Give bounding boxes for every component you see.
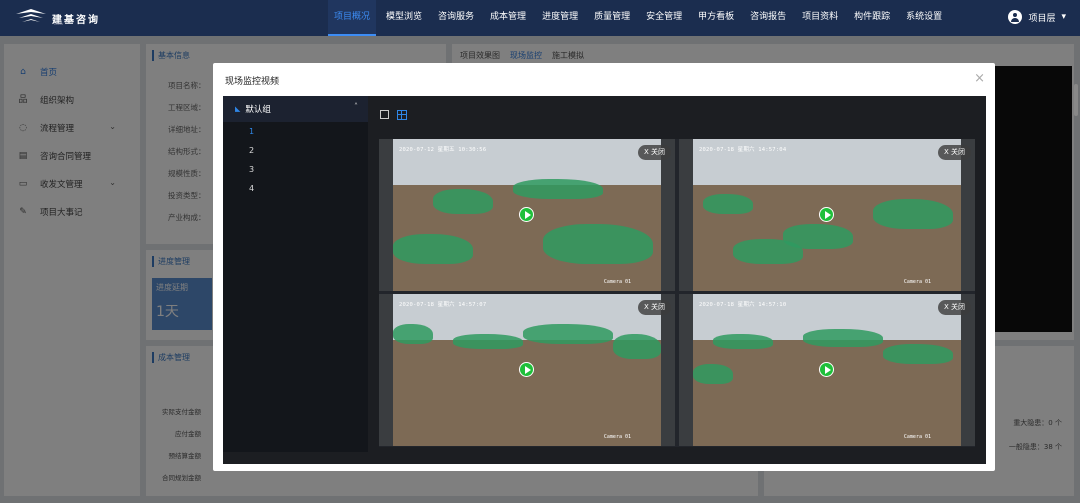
safety-net — [433, 189, 493, 214]
modal-title: 现场监控视频 — [225, 77, 280, 87]
camera-item-3[interactable]: 4 — [223, 179, 368, 198]
caret-down-icon: ▾ — [1061, 12, 1066, 22]
safety-net — [713, 334, 773, 349]
nav-item-3[interactable]: 成本管理 — [484, 0, 532, 36]
tree-group[interactable]: ◣ 默认组 ˄ — [223, 96, 368, 122]
view-toggle — [380, 110, 407, 120]
nav-item-2[interactable]: 咨询服务 — [432, 0, 480, 36]
nav-item-10[interactable]: 构件跟踪 — [848, 0, 896, 36]
safety-net — [513, 179, 603, 199]
camera-label: Camera 01 — [603, 279, 631, 285]
top-navigation-bar: 建基咨询 CCPM 项目概况 模型浏览 咨询服务 成本管理 进度管理 质量管理 安全管理 甲方… — [0, 0, 1080, 36]
play-icon[interactable] — [519, 207, 534, 222]
camera-item-0[interactable]: 1 — [223, 122, 368, 141]
camera-feed-0[interactable]: 2020-07-12 星期五 10:30:56 Camera 01 X 关闭 — [379, 139, 675, 291]
camera-grid: 2020-07-12 星期五 10:30:56 Camera 01 X 关闭 2020… — [379, 139, 975, 447]
scrollbar[interactable] — [1074, 84, 1078, 116]
safety-net — [543, 224, 653, 264]
user-icon — [1008, 10, 1023, 24]
camera-label: Camera 01 — [903, 434, 931, 440]
safety-net — [393, 234, 473, 264]
safety-net — [703, 194, 753, 214]
nav-item-0[interactable]: 项目概况 — [328, 0, 377, 36]
camera-group-icon: ◣ — [235, 105, 241, 113]
logo-mark-icon — [16, 9, 46, 22]
camera-timestamp: 2020-07-18 星期六 14:57:10 — [699, 302, 787, 308]
safety-net — [523, 324, 613, 344]
safety-net — [733, 239, 803, 264]
safety-net — [693, 364, 733, 384]
camera-feed-3[interactable]: 2020-07-18 星期六 14:57:10 Camera 01 X 关闭 — [679, 294, 975, 446]
camera-label: Camera 01 — [603, 434, 631, 440]
logo[interactable]: 建基咨询 CCPM — [14, 7, 124, 29]
camera-tree: ◣ 默认组 ˄ 1234 — [223, 96, 368, 452]
nav-item-7[interactable]: 甲方看板 — [692, 0, 740, 36]
camera-feed-2[interactable]: 2020-07-18 星期六 14:57:07 Camera 01 X 关闭 — [379, 294, 675, 446]
nav-item-6[interactable]: 安全管理 — [640, 0, 688, 36]
single-view-icon[interactable] — [380, 110, 389, 119]
camera-item-1[interactable]: 2 — [223, 141, 368, 160]
camera-timestamp: 2020-07-12 星期五 10:30:56 — [399, 147, 487, 153]
main-menu: 项目概况 模型浏览 咨询服务 成本管理 进度管理 质量管理 安全管理 甲方看板 咨询报告 项目资料… — [326, 0, 950, 36]
user-menu[interactable]: 项目层 ▾ — [1008, 10, 1066, 24]
camera-feed-1[interactable]: 2020-07-18 星期六 14:57:04 Camera 01 X 关闭 — [679, 139, 975, 291]
camera-timestamp: 2020-07-18 星期六 14:57:07 — [399, 302, 487, 308]
safety-net — [393, 324, 433, 344]
nav-item-1[interactable]: 模型浏览 — [380, 0, 428, 36]
play-icon[interactable] — [819, 362, 834, 377]
logo-subtext: CCPM — [54, 22, 63, 26]
nav-item-4[interactable]: 进度管理 — [536, 0, 584, 36]
site-monitor-modal: 现场监控视频 × ◣ 默认组 ˄ 1234 2020-07-12 星期五 10:… — [213, 63, 995, 471]
collapse-icon[interactable]: ˄ — [354, 102, 358, 111]
play-icon[interactable] — [519, 362, 534, 377]
safety-net — [883, 344, 953, 364]
close-icon[interactable]: × — [974, 71, 985, 86]
close-feed-button[interactable]: X 关闭 — [637, 145, 671, 160]
close-feed-button[interactable]: X 关闭 — [937, 145, 971, 160]
camera-item-2[interactable]: 3 — [223, 160, 368, 179]
nav-item-9[interactable]: 项目资料 — [796, 0, 844, 36]
safety-net — [613, 334, 661, 359]
nav-item-8[interactable]: 咨询报告 — [744, 0, 792, 36]
nav-item-11[interactable]: 系统设置 — [900, 0, 948, 36]
safety-net — [803, 329, 883, 347]
close-feed-button[interactable]: X 关闭 — [937, 300, 971, 315]
nav-item-5[interactable]: 质量管理 — [588, 0, 636, 36]
modal-body: ◣ 默认组 ˄ 1234 2020-07-12 星期五 10:30:56 Came… — [223, 96, 986, 464]
tree-group-label: 默认组 — [245, 105, 271, 115]
safety-net — [873, 199, 953, 229]
grid-view-icon[interactable] — [397, 110, 407, 120]
user-label: 项目层 — [1028, 13, 1056, 24]
safety-net — [453, 334, 523, 349]
camera-timestamp: 2020-07-18 星期六 14:57:04 — [699, 147, 787, 153]
play-icon[interactable] — [819, 207, 834, 222]
close-feed-button[interactable]: X 关闭 — [637, 300, 671, 315]
camera-label: Camera 01 — [903, 279, 931, 285]
